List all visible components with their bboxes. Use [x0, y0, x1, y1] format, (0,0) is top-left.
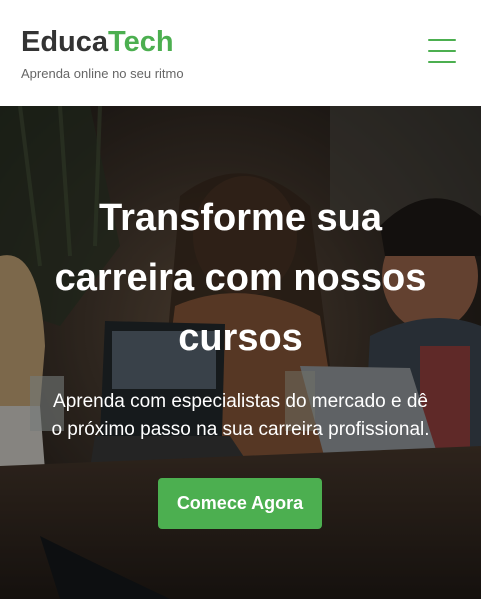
logo-text-educa: Educa	[21, 26, 109, 58]
tagline: Aprenda online no seu ritmo	[21, 66, 184, 81]
hero-title: Transforme sua carreira com nossos curso…	[20, 188, 461, 368]
logo-text-tech: Tech	[108, 26, 174, 58]
hero-subtitle-line1: Aprenda com especialistas do mercado e d…	[53, 391, 428, 412]
menu-bar-bottom	[428, 61, 456, 63]
logo[interactable]: EducaTech	[21, 25, 174, 59]
hero-subtitle: Aprenda com especialistas do mercado e d…	[30, 388, 451, 444]
hero-title-line2: carreira com nossos	[54, 257, 427, 299]
hero-title-line1: Transforme sua	[99, 197, 382, 239]
hamburger-menu-icon[interactable]	[426, 36, 458, 66]
hero-subtitle-line2: o próximo passo na sua carreira profissi…	[51, 419, 430, 440]
menu-bar-top	[428, 39, 456, 41]
start-now-button[interactable]: Comece Agora	[158, 478, 322, 529]
site-header: EducaTech Aprenda online no seu ritmo	[0, 0, 481, 106]
hero-section: Transforme sua carreira com nossos curso…	[0, 106, 481, 599]
menu-bar-middle	[428, 50, 456, 52]
hero-title-line3: cursos	[178, 317, 303, 359]
